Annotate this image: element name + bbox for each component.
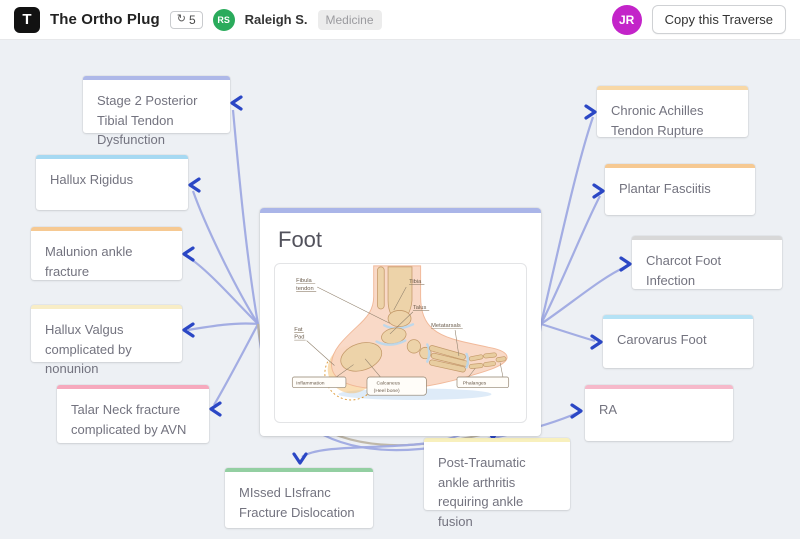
arrowhead-hallux-rigidus <box>190 179 199 191</box>
node-label: MIssed LIsfranc Fracture Dislocation <box>239 485 355 520</box>
node-card-hallux-valgus-nonunion[interactable]: Hallux Valgus complicated by nonunion <box>31 305 182 362</box>
edge-foot-talar-neck <box>214 324 258 405</box>
label-pad: Pad <box>294 335 304 341</box>
graph-canvas[interactable]: Stage 2 Posterior Tibial Tendon Dysfunct… <box>0 40 800 539</box>
node-card-missed-lisfranc[interactable]: MIssed LIsfranc Fracture Dislocation <box>225 468 373 528</box>
node-label: Plantar Fasciitis <box>619 181 711 196</box>
node-card-post-traumatic-ankle-arthritis[interactable]: Post-Traumatic ankle arthritis requiring… <box>424 438 570 510</box>
leader-fat-pad <box>307 341 335 366</box>
user-avatar[interactable]: JR <box>612 5 642 35</box>
node-label: Chronic Achilles Tendon Rupture <box>611 103 704 138</box>
app-title: The Ortho Plug <box>50 11 160 28</box>
edge-foot-achilles <box>541 117 593 324</box>
edge-foot-hallux-rigidus <box>193 191 258 324</box>
traverse-count: 5 <box>189 13 196 27</box>
edge-foot-stage2 <box>233 110 258 324</box>
arrowhead-plantar <box>594 185 603 197</box>
node-card-chronic-achilles-rupture[interactable]: Chronic Achilles Tendon Rupture <box>597 86 748 137</box>
node-label: Talar Neck fracture complicated by AVN <box>71 402 186 437</box>
app-logo-letter: T <box>22 11 31 28</box>
node-label: Carovarus Foot <box>617 332 707 347</box>
node-card-charcot-foot-infection[interactable]: Charcot Foot Infection <box>632 236 782 289</box>
node-label: Post-Traumatic ankle arthritis requiring… <box>438 455 526 529</box>
node-label: Hallux Rigidus <box>50 172 133 187</box>
node-label: Stage 2 Posterior Tibial Tendon Dysfunct… <box>97 93 197 147</box>
arrowhead-achilles <box>586 106 595 118</box>
arrowhead-charcot <box>621 258 630 270</box>
label-fibula: Fibula <box>296 278 312 284</box>
node-card-hallux-rigidus[interactable]: Hallux Rigidus <box>36 155 188 210</box>
node-card-malunion-ankle-fracture[interactable]: Malunion ankle fracture <box>31 227 182 280</box>
owner-avatar[interactable]: RS <box>213 9 235 31</box>
foot-anatomy-diagram: Fibula tendon Tibia Talus Fat Pad Metata… <box>274 263 527 423</box>
label-phalanges: Phalanges <box>463 381 487 387</box>
arrowhead-ra <box>572 405 581 417</box>
subject-badge: Medicine <box>318 10 382 30</box>
label-calcaneus: Calcaneus <box>377 381 401 387</box>
arrowhead-malunion <box>184 248 193 260</box>
copy-traverse-button[interactable]: Copy this Traverse <box>652 5 786 34</box>
node-card-talar-neck-avn[interactable]: Talar Neck fracture complicated by AVN <box>57 385 209 443</box>
center-node-title: Foot <box>260 213 541 263</box>
node-label: Hallux Valgus complicated by nonunion <box>45 322 132 376</box>
owner-name: Raleigh S. <box>245 12 308 27</box>
foot-anatomy-illustration: Fibula tendon Tibia Talus Fat Pad Metata… <box>275 264 526 422</box>
traverse-icon: ↻ <box>177 14 186 25</box>
node-card-plantar-fasciitis[interactable]: Plantar Fasciitis <box>605 164 755 215</box>
arrowhead-stage2 <box>232 97 241 109</box>
node-label: RA <box>599 402 617 417</box>
label-tendon: tendon <box>296 286 314 292</box>
app-logo[interactable]: T <box>14 7 40 33</box>
label-heel-bone: (Heel bone) <box>374 388 400 394</box>
edge-foot-hallux-valgus <box>188 323 258 330</box>
label-inflammation: Inflammation <box>296 381 325 387</box>
edge-foot-carovarus <box>541 324 595 341</box>
node-label: Malunion ankle fracture <box>45 244 132 279</box>
arrowhead-carovarus <box>592 336 601 348</box>
node-card-ra[interactable]: RA <box>585 385 733 441</box>
node-card-stage2-posterior-tibial[interactable]: Stage 2 Posterior Tibial Tendon Dysfunct… <box>83 76 230 133</box>
arrowhead-talar-neck <box>211 403 220 415</box>
label-metatarsals: Metatarsals <box>431 323 461 329</box>
center-node-foot[interactable]: Foot <box>260 208 541 436</box>
arrowhead-hallux-valgus <box>184 324 193 336</box>
edge-foot-malunion <box>188 257 258 324</box>
traverse-count-badge[interactable]: ↻ 5 <box>170 11 203 29</box>
node-card-carovarus-foot[interactable]: Carovarus Foot <box>603 315 753 368</box>
label-fat: Fat <box>294 327 303 333</box>
label-tibia: Tibia <box>409 279 422 285</box>
node-label: Charcot Foot Infection <box>646 253 721 288</box>
top-bar: T The Ortho Plug ↻ 5 RS Raleigh S. Medic… <box>0 0 800 40</box>
arrowhead-lisfranc <box>294 454 306 463</box>
label-talus: Talus <box>413 305 427 311</box>
edge-foot-plantar <box>541 196 600 324</box>
